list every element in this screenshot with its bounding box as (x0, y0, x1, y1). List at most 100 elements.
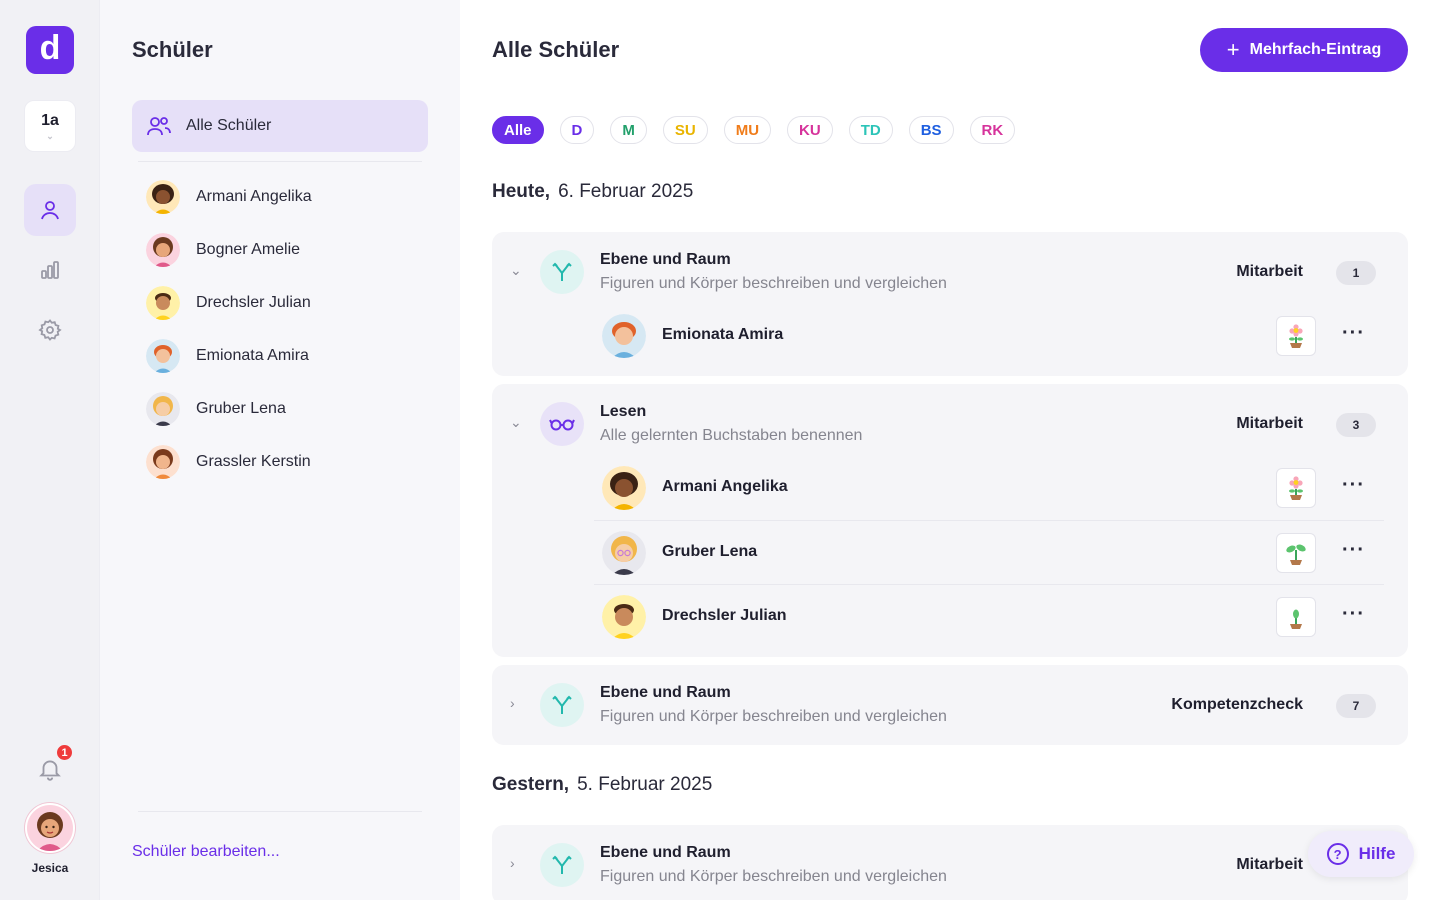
card-type: Mitarbeit (1236, 415, 1303, 432)
subject-filters: Alle D M SU MU KU TD BS RK (492, 116, 1016, 144)
app-logo[interactable]: d (26, 26, 74, 74)
card-title: Lesen (600, 403, 647, 420)
nav-students[interactable] (24, 184, 76, 236)
student-item[interactable]: Bogner Amelie (146, 232, 300, 268)
avatar (146, 339, 180, 373)
all-students-label: Alle Schüler (186, 117, 272, 134)
entry-student-name: Emionata Amira (662, 326, 784, 343)
avatar (602, 314, 646, 358)
card-type: Mitarbeit (1236, 263, 1303, 280)
avatar (146, 392, 180, 426)
person-icon (41, 201, 59, 220)
entry-student-name: Armani Angelika (662, 478, 788, 495)
avatar (602, 531, 646, 575)
main-content: Alle Schüler + Mehrfach-Eintrag Alle D M… (460, 0, 1440, 900)
student-item[interactable]: Armani Angelika (146, 179, 312, 215)
more-options-icon[interactable]: ··· (1342, 322, 1365, 345)
nav-settings[interactable] (24, 304, 76, 356)
sprout-plant-icon[interactable] (1276, 533, 1316, 573)
nav-statistics[interactable] (24, 244, 76, 296)
date-value: 5. Februar 2025 (577, 774, 713, 795)
filter-mu[interactable]: MU (723, 116, 772, 144)
glasses-icon (540, 402, 584, 446)
class-selector[interactable]: 1a ⌄ (24, 100, 76, 152)
competence-card: › Ebene und Raum Figuren und Körper besc… (492, 665, 1408, 745)
card-subtitle: Figuren und Körper beschreiben und vergl… (600, 708, 947, 725)
filter-td[interactable]: TD (848, 116, 893, 144)
student-name: Gruber Lena (196, 400, 286, 417)
date-heading-today: Heute, 6. Februar 2025 (492, 181, 693, 203)
plus-icon: + (1226, 37, 1240, 62)
student-item[interactable]: Emionata Amira (146, 338, 309, 374)
chevron-down-icon[interactable]: ⌄ (510, 262, 522, 279)
chevron-down-icon[interactable]: ⌄ (510, 414, 522, 431)
card-type: Kompetenzcheck (1171, 696, 1303, 713)
more-options-icon[interactable]: ··· (1342, 539, 1365, 562)
card-title: Ebene und Raum (600, 684, 731, 701)
student-item[interactable]: Grassler Kerstin (146, 444, 311, 480)
entry-row[interactable]: Gruber Lena ··· (594, 521, 1384, 585)
more-options-icon[interactable]: ··· (1342, 603, 1365, 626)
filter-all[interactable]: Alle (492, 116, 544, 144)
competence-card: ⌄ Lesen Alle gelernten Buchstaben benenn… (492, 384, 1408, 657)
card-subtitle: Figuren und Körper beschreiben und vergl… (600, 275, 947, 292)
student-item[interactable]: Drechsler Julian (146, 285, 311, 321)
student-list-panel: Schüler Alle Schüler Armani Angelika Bog… (100, 0, 460, 900)
multi-entry-label: Mehrfach-Eintrag (1249, 41, 1382, 58)
card-type: Mitarbeit (1236, 856, 1303, 873)
avatar (602, 595, 646, 639)
logo-letter: d (39, 29, 61, 67)
chevron-right-icon[interactable]: › (510, 855, 515, 871)
student-name: Armani Angelika (196, 188, 312, 205)
avatar (146, 445, 180, 479)
notification-badge: 1 (55, 743, 74, 762)
filter-su[interactable]: SU (662, 116, 708, 144)
filter-rk[interactable]: RK (969, 116, 1016, 144)
user-avatar[interactable] (25, 803, 75, 853)
card-subtitle: Figuren und Körper beschreiben und vergl… (600, 868, 947, 885)
chevron-down-icon: ⌄ (46, 131, 54, 141)
count-badge: 7 (1336, 694, 1376, 718)
date-value: 6. Februar 2025 (558, 181, 694, 202)
edit-students-link[interactable]: Schüler bearbeiten... (132, 843, 280, 861)
entry-row[interactable]: Emionata Amira ··· (594, 304, 1384, 368)
divider (138, 811, 422, 812)
flower-plant-icon[interactable] (1276, 316, 1316, 356)
help-button[interactable]: ? Hilfe (1308, 831, 1414, 877)
card-title: Ebene und Raum (600, 251, 731, 268)
all-students-item[interactable]: Alle Schüler (132, 100, 428, 152)
competence-card: › Ebene und Raum Figuren und Körper besc… (492, 825, 1408, 900)
date-label: Gestern, (492, 774, 570, 795)
page-title: Alle Schüler (492, 37, 620, 62)
divider (138, 161, 422, 162)
entry-row[interactable]: Armani Angelika ··· (594, 456, 1384, 520)
student-name: Grassler Kerstin (196, 453, 311, 470)
entry-row[interactable]: Drechsler Julian ··· (594, 585, 1384, 649)
seedling-plant-icon[interactable] (1276, 597, 1316, 637)
date-label: Heute, (492, 181, 551, 202)
filter-m[interactable]: M (610, 116, 647, 144)
geometry-icon (540, 250, 584, 294)
avatar (146, 233, 180, 267)
count-badge: 3 (1336, 413, 1376, 437)
bar-chart-icon (41, 261, 59, 279)
entry-student-name: Gruber Lena (662, 543, 758, 560)
filter-d[interactable]: D (559, 116, 595, 144)
filter-bs[interactable]: BS (908, 116, 954, 144)
class-label: 1a (41, 112, 59, 129)
app-rail: d 1a ⌄ 1 Jesica (0, 0, 100, 900)
more-options-icon[interactable]: ··· (1342, 474, 1365, 497)
student-name: Emionata Amira (196, 347, 309, 364)
multi-entry-button[interactable]: + Mehrfach-Eintrag (1200, 28, 1408, 72)
flower-plant-icon[interactable] (1276, 468, 1316, 508)
avatar-image (27, 805, 73, 851)
student-name: Bogner Amelie (196, 241, 301, 258)
student-item[interactable]: Gruber Lena (146, 391, 286, 427)
filter-ku[interactable]: KU (787, 116, 833, 144)
gear-icon (38, 319, 62, 341)
card-title: Ebene und Raum (600, 844, 731, 861)
help-label: Hilfe (1358, 844, 1396, 863)
card-subtitle: Alle gelernten Buchstaben benennen (600, 427, 863, 444)
avatar (146, 180, 180, 214)
chevron-right-icon[interactable]: › (510, 695, 515, 711)
